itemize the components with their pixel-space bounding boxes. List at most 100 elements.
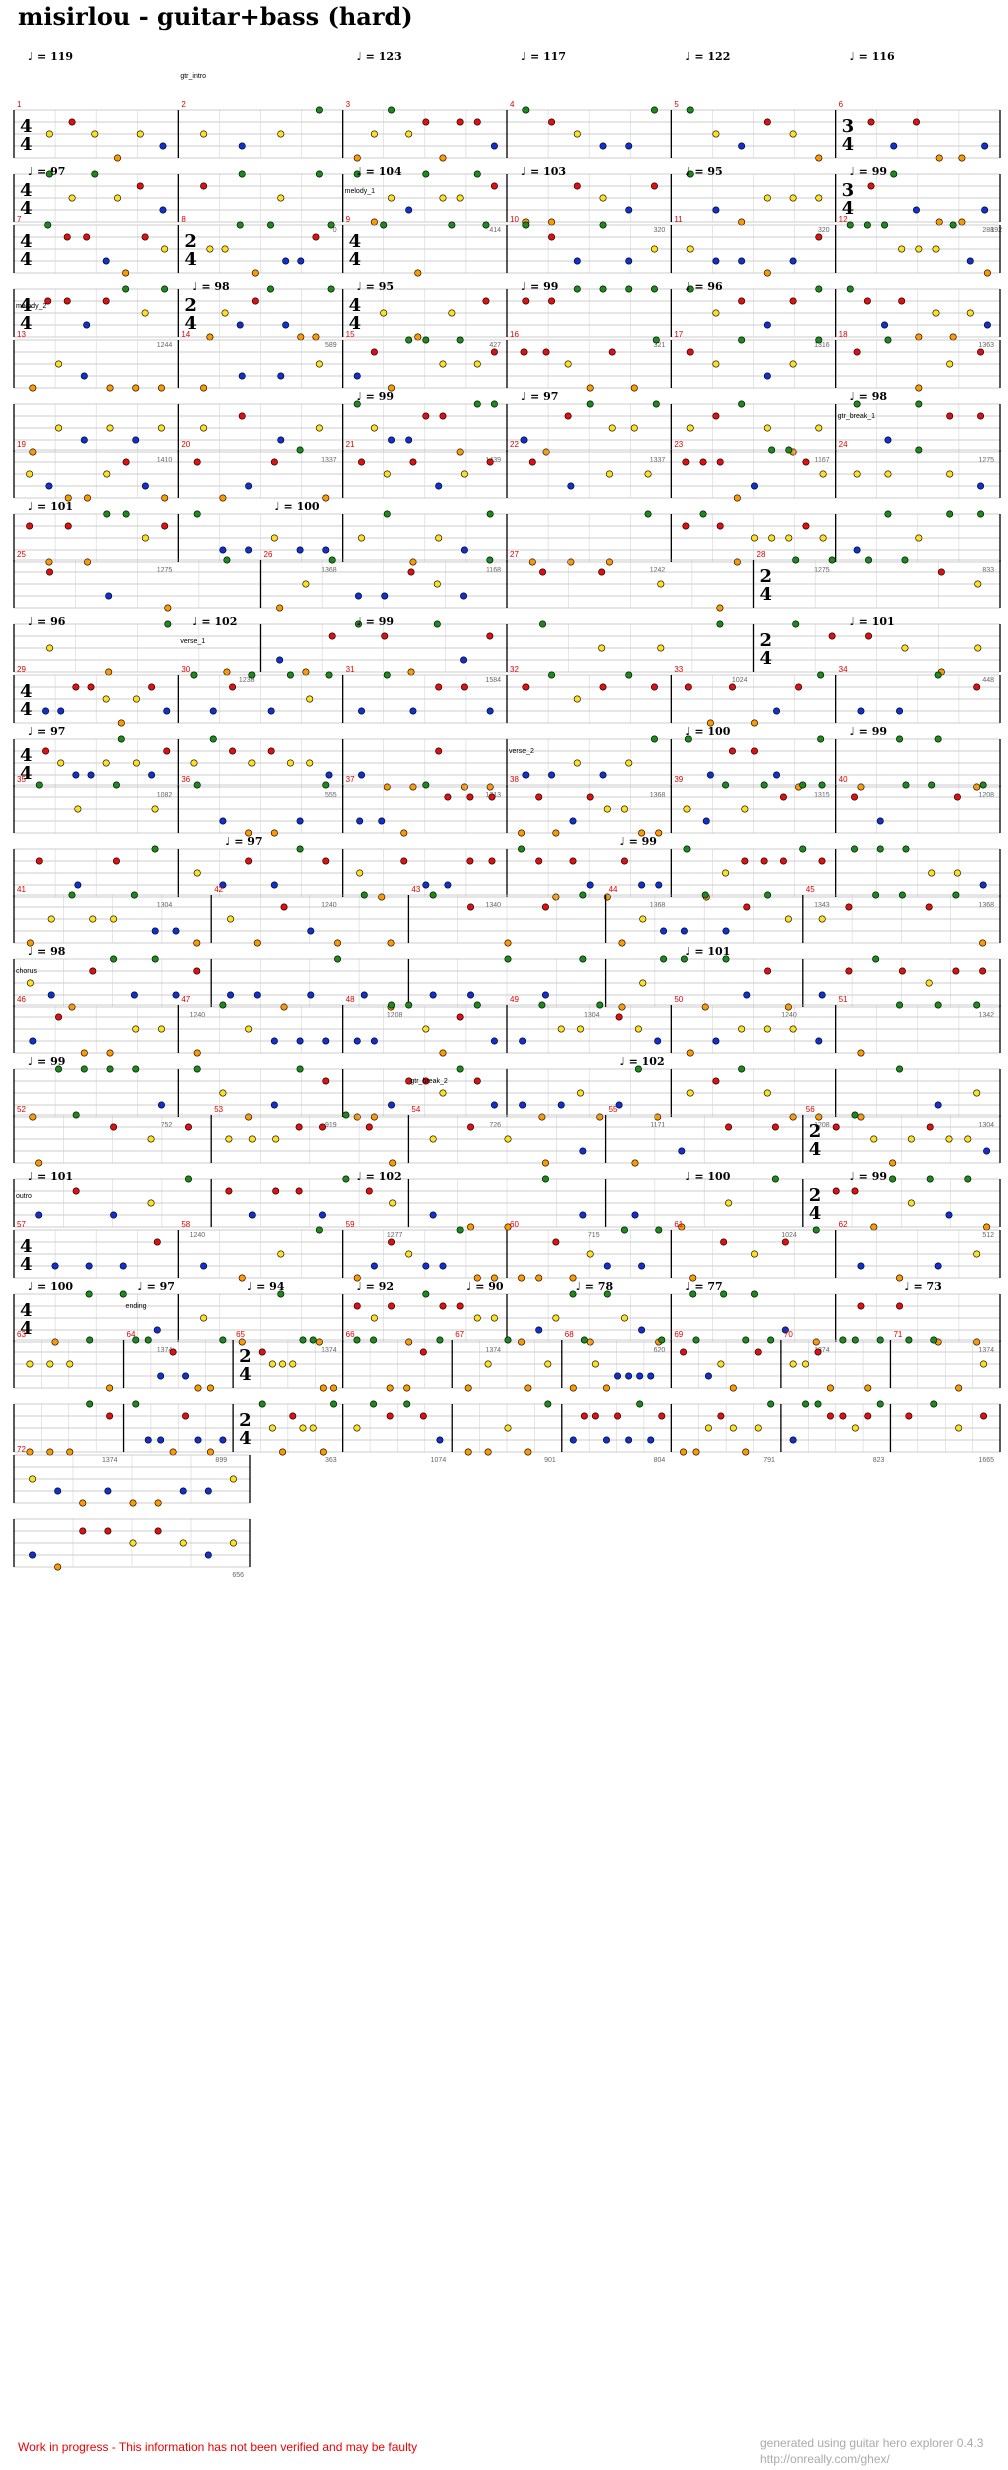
guitar-note xyxy=(977,482,985,490)
time-signature-denominator: 4 xyxy=(809,1139,822,1160)
guitar-note xyxy=(334,939,342,947)
guitar-note xyxy=(638,1262,646,1270)
bass-note xyxy=(548,771,556,779)
guitar-note xyxy=(353,1336,361,1344)
measure-number: 70 xyxy=(784,1330,793,1339)
guitar-note xyxy=(682,458,690,466)
bass-note xyxy=(712,309,720,317)
bass-note xyxy=(817,735,825,743)
measure-count: 1368 xyxy=(650,792,666,799)
guitar-note xyxy=(896,707,904,715)
guitar-note xyxy=(557,1025,565,1033)
guitar-note xyxy=(974,580,982,588)
measure-count: 1082 xyxy=(157,792,173,799)
guitar-note xyxy=(932,245,940,253)
guitar-note xyxy=(876,817,884,825)
bass-note xyxy=(157,1101,165,1109)
guitar-note xyxy=(680,1348,688,1356)
bass-note xyxy=(358,534,366,542)
bass-note xyxy=(276,656,284,664)
generator-link[interactable]: http://onreally.com/ghex/ xyxy=(760,2452,890,2466)
bass-note xyxy=(658,1412,666,1420)
bass-note xyxy=(164,620,172,628)
guitar-note xyxy=(522,221,530,229)
bass-note xyxy=(286,759,294,767)
measure-count: 1242 xyxy=(650,567,666,574)
bass-note xyxy=(144,1436,152,1444)
bass-note xyxy=(577,1089,585,1097)
guitar-note xyxy=(460,592,468,600)
guitar-note xyxy=(630,384,638,392)
guitar-note xyxy=(270,1037,278,1045)
bass-note xyxy=(91,170,99,178)
bass-note xyxy=(725,1199,733,1207)
guitar-note xyxy=(132,695,140,703)
guitar-note xyxy=(315,106,323,114)
guitar-note xyxy=(26,1360,34,1368)
bass-note xyxy=(935,218,943,226)
guitar-note xyxy=(771,1123,779,1131)
bass-note xyxy=(742,1448,750,1456)
guitar-note xyxy=(702,817,710,825)
bass-note xyxy=(473,1314,481,1322)
bass-note xyxy=(881,321,889,329)
bass-note xyxy=(896,1302,904,1310)
guitar-note xyxy=(102,695,110,703)
guitar-note xyxy=(608,348,616,356)
measure-number: 59 xyxy=(346,1220,355,1229)
measure-count: 823 xyxy=(873,1457,885,1464)
measure-count: 1316 xyxy=(814,342,830,349)
measure-count: 899 xyxy=(215,1457,227,1464)
guitar-note xyxy=(763,372,771,380)
bass-note xyxy=(890,170,898,178)
bass-note xyxy=(602,1436,610,1444)
guitar-note xyxy=(767,1336,775,1344)
bass-note xyxy=(625,206,633,214)
bass-note xyxy=(625,759,633,767)
guitar-note xyxy=(644,470,652,478)
measure-count: 1240 xyxy=(190,1012,206,1019)
bass-note xyxy=(270,534,278,542)
bass-note xyxy=(79,1527,87,1535)
tempo-marking: ♩ = 90 xyxy=(466,1280,504,1293)
bass-note xyxy=(342,1175,350,1183)
guitar-note xyxy=(318,1123,326,1131)
guitar-note xyxy=(266,221,274,229)
bass-note xyxy=(383,510,391,518)
guitar-note xyxy=(270,458,278,466)
guitar-note xyxy=(614,1372,622,1380)
guitar-note xyxy=(851,1111,859,1119)
guitar-note xyxy=(79,1499,87,1507)
measure-count: 1168 xyxy=(486,567,501,574)
guitar-note xyxy=(251,269,259,277)
bass-note xyxy=(945,1211,953,1219)
bass-note xyxy=(422,412,430,420)
bass-note xyxy=(738,1065,746,1073)
bass-note xyxy=(157,1436,165,1444)
guitar-note xyxy=(602,1384,610,1392)
bass-note xyxy=(267,747,275,755)
guitar-note xyxy=(579,891,587,899)
bass-note xyxy=(102,297,110,305)
guitar-note xyxy=(815,233,823,241)
guitar-note xyxy=(238,1274,246,1282)
guitar-note xyxy=(738,142,746,150)
bass-note xyxy=(484,1448,492,1456)
guitar-note xyxy=(182,1372,190,1380)
guitar-note xyxy=(851,793,859,801)
guitar-note xyxy=(789,1025,797,1033)
bass-note xyxy=(200,1314,208,1322)
bass-note xyxy=(712,206,720,214)
measure-count: 512 xyxy=(982,1232,994,1239)
bass-note xyxy=(460,546,468,554)
guitar-note xyxy=(937,568,945,576)
guitar-note xyxy=(686,1049,694,1057)
guitar-note xyxy=(236,221,244,229)
guitar-note xyxy=(870,1135,878,1143)
bass-note xyxy=(227,991,235,999)
bass-note xyxy=(153,1326,161,1334)
bass-note xyxy=(112,857,120,865)
guitar-note xyxy=(934,1262,942,1270)
guitar-note xyxy=(122,269,130,277)
guitar-note xyxy=(658,1336,666,1344)
